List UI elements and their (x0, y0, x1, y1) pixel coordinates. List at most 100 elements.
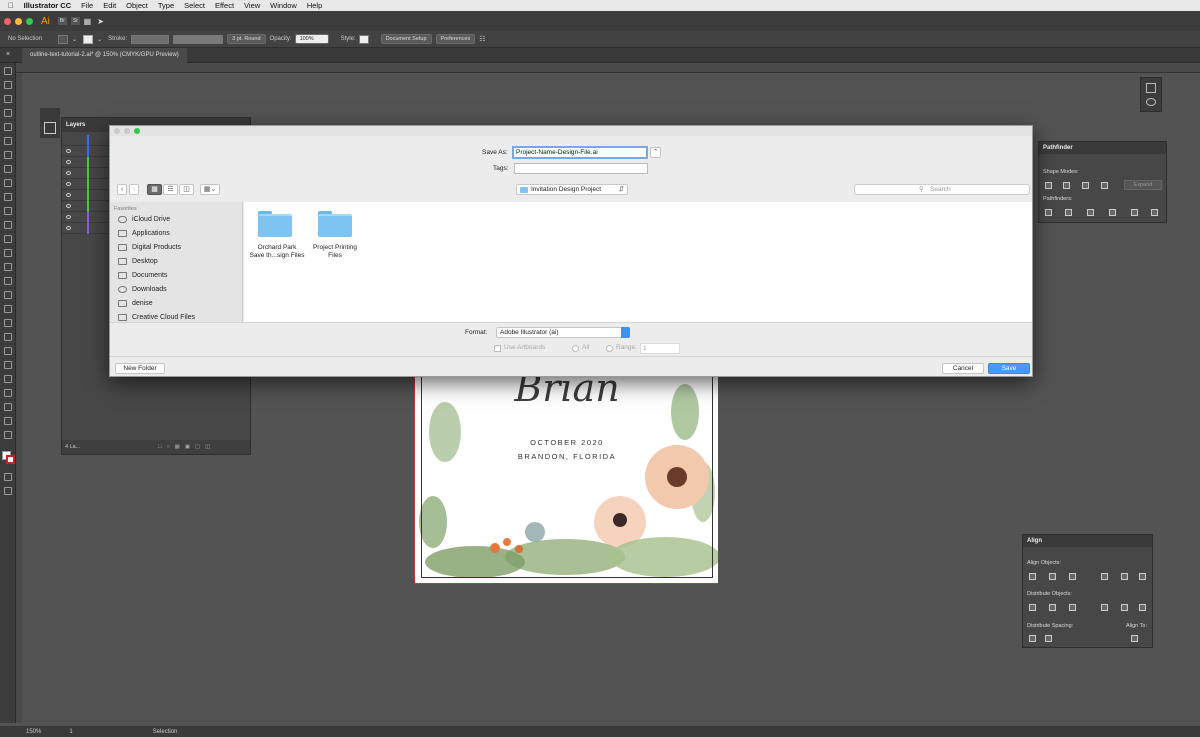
visibility-eye-icon[interactable] (66, 149, 71, 153)
save-button[interactable]: Save (988, 363, 1030, 374)
artboards-icon[interactable] (1146, 83, 1156, 93)
horizontal-spacing-icon[interactable] (1045, 635, 1052, 642)
align-left-icon[interactable] (1029, 573, 1036, 580)
layer-row[interactable] (62, 135, 109, 146)
vertical-ruler[interactable] (16, 73, 22, 723)
merge-icon[interactable] (1087, 209, 1094, 216)
menu-file[interactable]: File (81, 1, 93, 10)
scale-tool-icon[interactable] (4, 249, 12, 257)
exclude-icon[interactable] (1101, 182, 1108, 189)
layer-row[interactable] (62, 146, 109, 157)
layer-actions-icons[interactable]: □○▦▣▢◫ (158, 440, 215, 454)
zoom-tool-icon[interactable] (4, 431, 12, 439)
opacity-field[interactable]: 100% (295, 34, 329, 44)
sidebar-item-icloud-drive[interactable]: iCloud Drive (118, 216, 170, 223)
range-input[interactable]: 1 (640, 343, 680, 354)
distribute-right-icon[interactable] (1139, 604, 1146, 611)
free-transform-tool-icon[interactable] (4, 277, 12, 285)
layer-row[interactable] (62, 179, 109, 190)
folder-name-project-printing[interactable]: Project Printing Files (300, 244, 370, 260)
screen-mode-icon[interactable] (4, 487, 12, 495)
align-to-dropdown-icon[interactable] (1131, 635, 1138, 642)
dialog-minimize-button[interactable] (124, 128, 130, 134)
layer-row[interactable] (62, 201, 109, 212)
location-dropdown[interactable]: Invitation Design Project ⇵ (516, 184, 628, 195)
minus-front-icon[interactable] (1063, 182, 1070, 189)
align-top-icon[interactable] (1101, 573, 1108, 580)
menu-help[interactable]: Help (307, 1, 322, 10)
horizontal-ruler[interactable] (16, 63, 1200, 73)
list-view-button[interactable]: ☰ (163, 184, 178, 195)
layer-row[interactable] (62, 212, 109, 223)
current-tool[interactable]: Selection (153, 729, 178, 735)
visibility-eye-icon[interactable] (66, 171, 71, 175)
minimize-window-button[interactable] (15, 18, 22, 25)
align-center-icon[interactable] (1049, 573, 1056, 580)
width-tool-icon[interactable] (4, 263, 12, 271)
workspace-grid-icon[interactable]: ▦ (84, 17, 92, 26)
layer-row[interactable] (62, 190, 109, 201)
expand-dialog-button[interactable]: ⌃ (650, 147, 661, 158)
all-radio[interactable] (572, 345, 579, 352)
use-artboards-checkbox[interactable] (494, 345, 501, 352)
eyedropper-tool-icon[interactable] (4, 333, 12, 341)
sidebar-item-downloads[interactable]: Downloads (118, 286, 167, 293)
menu-select[interactable]: Select (184, 1, 205, 10)
sidebar-item-desktop[interactable]: Desktop (118, 258, 158, 265)
libraries-icon[interactable] (1146, 98, 1156, 106)
back-button[interactable]: ‹ (117, 184, 127, 195)
symbol-sprayer-tool-icon[interactable] (4, 361, 12, 369)
stroke-color-icon[interactable] (6, 455, 15, 464)
slice-tool-icon[interactable] (4, 403, 12, 411)
pen-tool-icon[interactable] (4, 123, 12, 131)
visibility-eye-icon[interactable] (66, 215, 71, 219)
dialog-zoom-button[interactable] (134, 128, 140, 134)
folder-icon[interactable] (318, 211, 354, 237)
line-tool-icon[interactable] (4, 165, 12, 173)
menu-type[interactable]: Type (158, 1, 174, 10)
align-middle-icon[interactable] (1121, 573, 1128, 580)
rectangle-tool-icon[interactable] (4, 179, 12, 187)
close-window-button[interactable] (4, 18, 11, 25)
column-graph-tool-icon[interactable] (4, 375, 12, 383)
zoom-window-button[interactable] (26, 18, 33, 25)
menu-effect[interactable]: Effect (215, 1, 234, 10)
stock-button[interactable]: St (71, 17, 80, 25)
artboard-number[interactable]: 1 (69, 729, 72, 735)
new-folder-button[interactable]: New Folder (115, 363, 165, 374)
direct-selection-tool-icon[interactable] (4, 81, 12, 89)
preferences-button[interactable]: Preferences (436, 34, 476, 44)
crop-icon[interactable] (1109, 209, 1116, 216)
menu-view[interactable]: View (244, 1, 260, 10)
outline-icon[interactable] (1131, 209, 1138, 216)
perspective-grid-tool-icon[interactable] (4, 305, 12, 313)
close-tab-icon[interactable]: × (6, 51, 10, 58)
intersect-icon[interactable] (1082, 182, 1089, 189)
magic-wand-tool-icon[interactable] (4, 95, 12, 103)
pathfinder-panel-title[interactable]: Pathfinder (1039, 142, 1166, 154)
trim-icon[interactable] (1065, 209, 1072, 216)
unite-icon[interactable] (1045, 182, 1052, 189)
format-dropdown[interactable]: Adobe Illustrator (ai) (496, 327, 630, 338)
lasso-tool-icon[interactable] (4, 109, 12, 117)
visibility-eye-icon[interactable] (66, 193, 71, 197)
gpu-rocket-icon[interactable]: ➤ (97, 17, 104, 26)
blend-tool-icon[interactable] (4, 347, 12, 355)
shape-builder-tool-icon[interactable] (4, 291, 12, 299)
invitation-name[interactable]: Brian (415, 372, 718, 410)
menu-app-name[interactable]: Illustrator CC (24, 1, 72, 10)
layer-row[interactable] (62, 223, 109, 234)
apple-icon[interactable]:  (8, 1, 14, 10)
variable-width-field[interactable] (173, 35, 223, 44)
chevron-down-icon[interactable]: ⌄ (97, 36, 102, 43)
column-view-button[interactable]: ◫ (179, 184, 194, 195)
drawing-mode-icon[interactable] (4, 473, 12, 481)
sidebar-item-documents[interactable]: Documents (118, 272, 167, 279)
minus-back-icon[interactable] (1151, 209, 1158, 216)
distribute-center-icon[interactable] (1049, 604, 1056, 611)
invitation-location[interactable]: BRANDON, FLORIDA (415, 452, 718, 461)
divide-icon[interactable] (1045, 209, 1052, 216)
distribute-hcenter-icon[interactable] (1121, 604, 1128, 611)
fill-swatch[interactable] (58, 35, 68, 44)
hand-tool-icon[interactable] (4, 417, 12, 425)
